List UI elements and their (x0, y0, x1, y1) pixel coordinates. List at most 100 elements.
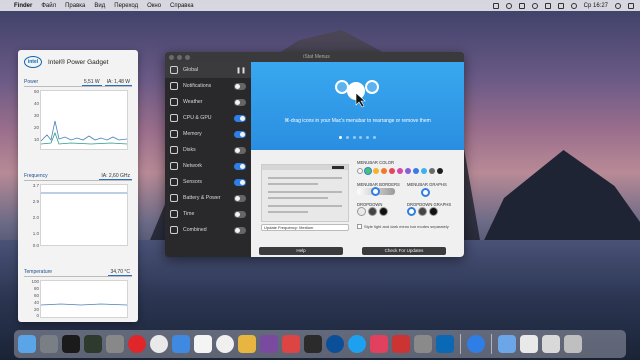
utility-icon[interactable] (106, 335, 124, 353)
sidebar-item-cpu-gpu[interactable]: CPU & GPU (165, 110, 251, 126)
cpu-status-icon[interactable] (492, 2, 499, 9)
finder-icon[interactable] (18, 335, 36, 353)
borders-option[interactable] (371, 187, 380, 196)
battery-toggle[interactable] (234, 194, 246, 202)
battery-status-icon[interactable] (557, 2, 564, 9)
skype-icon[interactable] (348, 335, 366, 353)
disks-toggle[interactable] (234, 146, 246, 154)
color-swatch[interactable] (413, 168, 419, 174)
folder-icon-2[interactable] (520, 335, 538, 353)
network-status-icon[interactable] (531, 2, 538, 9)
trash-icon[interactable] (564, 335, 582, 353)
mail-icon[interactable] (172, 335, 190, 353)
cpu-gpu-toggle[interactable] (234, 114, 246, 122)
itunes-icon[interactable] (216, 335, 234, 353)
menu-view[interactable]: Вид (94, 3, 105, 9)
page-dot[interactable] (359, 136, 363, 139)
color-swatch[interactable] (373, 168, 379, 174)
color-swatch[interactable] (381, 168, 387, 174)
dropdown-light-option[interactable] (357, 207, 366, 216)
combined-toggle[interactable] (234, 226, 246, 234)
color-swatch[interactable] (397, 168, 403, 174)
flag-icon[interactable] (392, 335, 410, 353)
memory-status-icon[interactable] (518, 2, 525, 9)
sidebar-item-battery[interactable]: Battery & Power (165, 190, 251, 206)
folder-icon-3[interactable] (542, 335, 560, 353)
color-swatch[interactable] (421, 168, 427, 174)
sidebar-item-network[interactable]: Network (165, 158, 251, 174)
folder-icon[interactable] (498, 335, 516, 353)
zoom-button[interactable] (185, 54, 190, 60)
istat-icon[interactable] (467, 335, 485, 353)
pause-icon[interactable]: ❚❚ (236, 67, 246, 74)
update-frequency-select[interactable]: Update Frequency: Medium (261, 224, 349, 231)
power-gadget-header: intel Intel® Power Gadget (18, 50, 138, 74)
color-swatch[interactable] (389, 168, 395, 174)
volume-icon[interactable] (570, 2, 577, 9)
sidebar-item-weather[interactable]: Weather (165, 94, 251, 110)
check-for-updates-button[interactable]: Check For Updates (362, 247, 446, 255)
terminal-icon[interactable] (62, 335, 80, 353)
page-dot[interactable] (345, 136, 349, 139)
calendar-icon[interactable] (194, 335, 212, 353)
intel-icon[interactable] (436, 335, 454, 353)
minimize-button[interactable] (177, 54, 182, 60)
time-toggle[interactable] (234, 210, 246, 218)
pagination-dots[interactable] (251, 135, 464, 141)
dropdown-graphs-option[interactable] (407, 207, 416, 216)
menu-window[interactable]: Окно (147, 3, 161, 9)
menu-help[interactable]: Справка (170, 3, 194, 9)
launchpad-icon[interactable] (40, 335, 58, 353)
style-modes-checkbox[interactable]: Style light and dark menu bar modes sepa… (357, 224, 449, 229)
gallery-icon[interactable] (282, 335, 300, 353)
checkbox-box[interactable] (357, 224, 362, 229)
page-dot[interactable] (372, 136, 376, 139)
sidebar-item-time[interactable]: Time (165, 206, 251, 222)
sensor-status-icon[interactable] (505, 2, 512, 9)
sidebar-item-global[interactable]: Global ❚❚ (165, 62, 251, 78)
menu-file[interactable]: Файл (41, 3, 56, 9)
menubar: Finder Файл Правка Вид Переход Окно Спра… (0, 0, 640, 11)
sidebar-item-memory[interactable]: Memory (165, 126, 251, 142)
weather-toggle[interactable] (234, 98, 246, 106)
menu-finder[interactable]: Finder (14, 3, 32, 9)
sidebar-item-combined[interactable]: Combined (165, 222, 251, 238)
settings-icon[interactable] (414, 335, 432, 353)
opera-icon[interactable] (128, 335, 146, 353)
color-swatch[interactable] (405, 168, 411, 174)
color-swatch[interactable] (365, 168, 371, 174)
color-swatch[interactable] (357, 168, 363, 174)
page-dot[interactable] (366, 136, 369, 139)
help-button[interactable]: Help (259, 247, 343, 255)
menu-go[interactable]: Переход (114, 3, 138, 9)
imo-icon[interactable] (326, 335, 344, 353)
clock[interactable]: Ср 16:27 (584, 3, 608, 9)
rar-icon[interactable] (260, 335, 278, 353)
menu-edit[interactable]: Правка (65, 3, 85, 9)
activity-monitor-icon[interactable] (84, 335, 102, 353)
color-swatch[interactable] (437, 168, 443, 174)
search-icon[interactable] (615, 2, 621, 9)
network-toggle[interactable] (234, 162, 246, 170)
photos-icon[interactable] (238, 335, 256, 353)
chrome-icon[interactable] (150, 335, 168, 353)
control-center-icon[interactable] (628, 2, 634, 9)
page-dot[interactable] (339, 136, 343, 139)
notifications-toggle[interactable] (234, 82, 246, 90)
sidebar-item-disks[interactable]: Disks (165, 142, 251, 158)
memory-toggle[interactable] (234, 130, 246, 138)
color-swatch[interactable] (429, 168, 435, 174)
close-button[interactable] (169, 54, 174, 60)
itunes-store-icon[interactable] (370, 335, 388, 353)
dropdown-black-option[interactable] (379, 207, 388, 216)
dropdown-dark-option[interactable] (368, 207, 377, 216)
sensors-toggle[interactable] (234, 178, 246, 186)
wifi-icon[interactable] (544, 2, 551, 9)
page-dot[interactable] (352, 136, 356, 139)
movies-icon[interactable] (304, 335, 322, 353)
sidebar-item-notifications[interactable]: Notifications (165, 78, 251, 94)
menubar-graphs-option[interactable] (421, 188, 430, 197)
dropdown-graphs-option[interactable] (418, 207, 427, 216)
dropdown-graphs-option[interactable] (429, 207, 438, 216)
sidebar-item-sensors[interactable]: Sensors (165, 174, 251, 190)
